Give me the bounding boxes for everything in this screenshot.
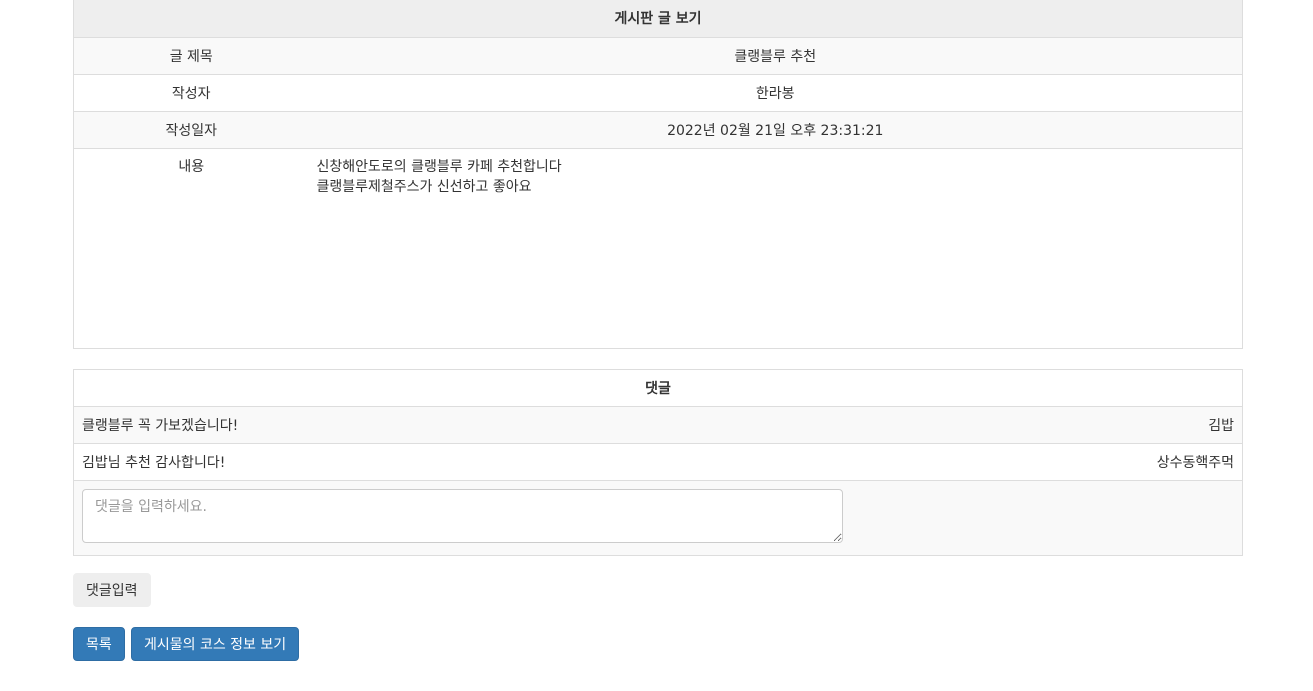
post-content-line: 클랭블루제철주스가 신선하고 좋아요 bbox=[316, 178, 532, 195]
post-table-header: 게시판 글 보기 bbox=[73, 0, 1243, 38]
post-content-label: 내용 bbox=[73, 147, 309, 348]
post-title-row: 글 제목 클랭블루 추천 bbox=[73, 36, 1243, 74]
comment-table-header: 댓글 bbox=[73, 369, 1243, 407]
comment-row: 클랭블루 꼭 가보겠습니다! 김밥 bbox=[73, 406, 1243, 444]
post-content-line: 신창해안도로의 클랭블루 카페 추천합니다 bbox=[316, 158, 562, 175]
post-content-body: 신창해안도로의 클랭블루 카페 추천합니다 클랭블루제철주스가 신선하고 좋아요 bbox=[308, 147, 1243, 348]
comment-input-cell bbox=[73, 480, 1243, 556]
comment-author: 상수동핵주먹 bbox=[658, 443, 1243, 481]
comment-author: 김밥 bbox=[658, 406, 1243, 444]
post-author-value: 한라봉 bbox=[308, 73, 1243, 111]
post-title-label: 글 제목 bbox=[73, 36, 309, 74]
post-table: 게시판 글 보기 글 제목 클랭블루 추천 작성자 한라봉 작성일자 2022년… bbox=[73, 0, 1243, 349]
post-content-row: 내용 신창해안도로의 클랭블루 카페 추천합니다 클랭블루제철주스가 신선하고 … bbox=[73, 147, 1243, 348]
comment-row: 김밥님 추천 감사합니다! 상수동핵주먹 bbox=[73, 443, 1243, 481]
post-date-label: 작성일자 bbox=[73, 110, 309, 148]
comment-table: 댓글 클랭블루 꼭 가보겠습니다! 김밥 김밥님 추천 감사합니다! 상수동핵주… bbox=[73, 369, 1243, 556]
comment-text: 김밥님 추천 감사합니다! bbox=[73, 443, 658, 481]
course-info-button[interactable]: 게시물의 코스 정보 보기 bbox=[131, 627, 300, 661]
comment-input-row bbox=[73, 480, 1243, 556]
submit-comment-button[interactable]: 댓글입력 bbox=[73, 573, 151, 607]
post-author-label: 작성자 bbox=[73, 73, 309, 111]
comment-input[interactable] bbox=[82, 489, 843, 543]
post-title-value: 클랭블루 추천 bbox=[308, 36, 1243, 74]
post-author-row: 작성자 한라봉 bbox=[73, 73, 1243, 111]
list-button[interactable]: 목록 bbox=[73, 627, 125, 661]
post-date-row: 작성일자 2022년 02월 21일 오후 23:31:21 bbox=[73, 110, 1243, 148]
comment-text: 클랭블루 꼭 가보겠습니다! bbox=[73, 406, 658, 444]
post-date-value: 2022년 02월 21일 오후 23:31:21 bbox=[308, 110, 1243, 148]
